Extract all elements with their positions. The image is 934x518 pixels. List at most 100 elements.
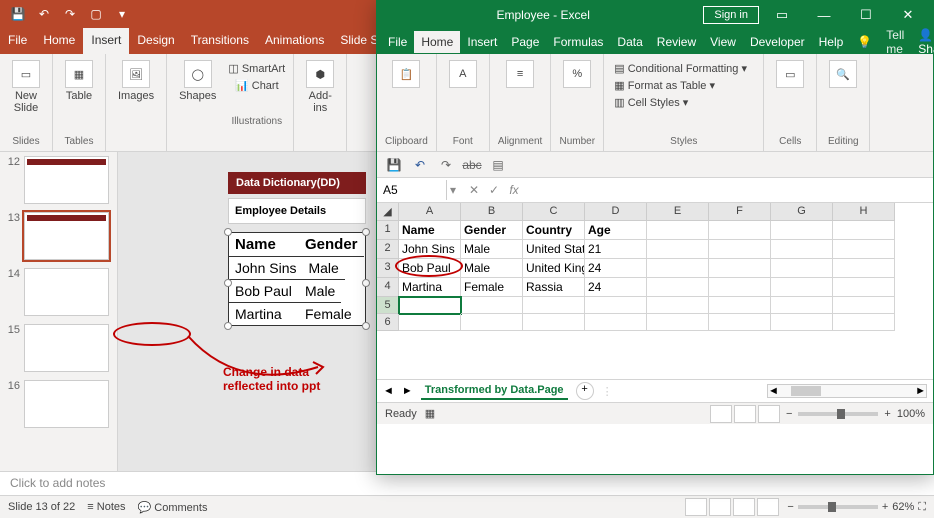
save-icon[interactable]: 💾 [6, 3, 30, 25]
xl-zoom-in[interactable]: + [884, 408, 890, 420]
font-group[interactable]: A [445, 58, 481, 90]
add-sheet-button[interactable]: + [576, 382, 594, 400]
namebox-dropdown-icon[interactable]: ▾ [447, 183, 459, 197]
redo-icon[interactable]: ↷ [58, 3, 82, 25]
cell-A1[interactable]: Name [399, 221, 461, 240]
col-E[interactable]: E [647, 203, 709, 221]
embedded-excel-object[interactable]: Name Gender John SinsMale Bob PaulMale M… [228, 232, 366, 326]
cond-format-button[interactable]: ▤ Conditional Formatting ▾ [614, 60, 753, 77]
col-G[interactable]: G [771, 203, 833, 221]
cell-grid[interactable]: ◢ A B C D E F G H 1 Name Gender Country … [377, 203, 933, 379]
name-box[interactable]: A5 [377, 180, 447, 200]
xl-zoom-slider[interactable] [798, 412, 878, 416]
slide-thumbnails[interactable]: 12 13 14 15 16 [0, 152, 118, 471]
xl-cf-icon[interactable]: ▤ [487, 155, 509, 175]
minimize-icon[interactable]: — [805, 2, 843, 28]
row-2[interactable]: 2 [377, 240, 399, 259]
cell-D1[interactable]: Age [585, 221, 647, 240]
col-D[interactable]: D [585, 203, 647, 221]
xl-tab-home[interactable]: Home [414, 31, 460, 53]
paste-button[interactable]: 📋 [385, 58, 428, 90]
xl-tab-file[interactable]: File [381, 31, 414, 53]
cells-group[interactable]: ▭ [772, 58, 808, 90]
cell-styles-button[interactable]: ▥ Cell Styles ▾ [614, 94, 753, 111]
cell-C3[interactable]: United Kingdom [523, 259, 585, 278]
number-group[interactable]: % [559, 58, 595, 90]
select-all-corner[interactable]: ◢ [377, 203, 399, 221]
cell-D2[interactable]: 21 [585, 240, 647, 259]
tab-design[interactable]: Design [129, 28, 182, 54]
xl-save-icon[interactable]: 💾 [383, 155, 405, 175]
shapes-button[interactable]: ◯Shapes [175, 58, 220, 104]
cell-B2[interactable]: Male [461, 240, 523, 259]
zoom-out[interactable]: − [787, 501, 793, 513]
xl-tab-page[interactable]: Page [504, 31, 546, 53]
col-B[interactable]: B [461, 203, 523, 221]
tab-insert[interactable]: Insert [83, 28, 129, 54]
qat-more-icon[interactable]: ▾ [110, 3, 134, 25]
tell-me-input[interactable]: Tell me [879, 24, 911, 60]
cell-A5[interactable] [399, 297, 461, 314]
chart-button[interactable]: 📊 Chart [228, 79, 285, 92]
macro-icon[interactable]: ▦ [425, 407, 435, 420]
xl-tab-review[interactable]: Review [650, 31, 703, 53]
row-4[interactable]: 4 [377, 278, 399, 297]
tab-animations[interactable]: Animations [257, 28, 332, 54]
cell-C1[interactable]: Country [523, 221, 585, 240]
thumb-13[interactable] [24, 212, 109, 260]
xl-tab-help[interactable]: Help [812, 31, 851, 53]
share-button[interactable]: 👤 Share [911, 24, 934, 60]
cell-C2[interactable]: United States [523, 240, 585, 259]
ribbon-options-icon[interactable]: ▭ [763, 2, 801, 28]
col-C[interactable]: C [523, 203, 585, 221]
cell-B1[interactable]: Gender [461, 221, 523, 240]
xl-tab-formulas[interactable]: Formulas [546, 31, 610, 53]
row-5[interactable]: 5 [377, 297, 399, 314]
xl-undo-icon[interactable]: ↶ [409, 155, 431, 175]
tab-prev-icon[interactable]: ◄ [383, 385, 394, 397]
cell-B4[interactable]: Female [461, 278, 523, 297]
enter-formula-icon[interactable]: ✓ [485, 183, 503, 197]
xl-view-switcher[interactable] [710, 405, 780, 423]
editing-group[interactable]: 🔍 [825, 58, 861, 90]
align-group[interactable]: ≡ [498, 58, 542, 90]
zoom-value[interactable]: 62% [892, 501, 914, 513]
cell-A4[interactable]: Martina [399, 278, 461, 297]
view-switcher[interactable] [685, 498, 779, 516]
row-1[interactable]: 1 [377, 221, 399, 240]
zoom-slider[interactable] [798, 505, 878, 509]
xl-zoom-value[interactable]: 100% [897, 408, 925, 420]
new-slide-button[interactable]: ▭New Slide [8, 58, 44, 116]
format-table-button[interactable]: ▦ Format as Table ▾ [614, 77, 753, 94]
thumb-14[interactable] [24, 268, 109, 316]
xl-tab-dev[interactable]: Developer [743, 31, 812, 53]
xl-zoom-out[interactable]: − [786, 408, 792, 420]
notes-toggle[interactable]: ≡ Notes [87, 501, 125, 513]
col-H[interactable]: H [833, 203, 895, 221]
horizontal-scrollbar[interactable]: ◄► [767, 384, 927, 398]
cell-C4[interactable]: Rassia [523, 278, 585, 297]
slide-heading[interactable]: Data Dictionary(DD) [228, 172, 366, 194]
tab-next-icon[interactable]: ► [402, 385, 413, 397]
fx-icon[interactable]: fx [505, 183, 523, 197]
thumb-16[interactable] [24, 380, 109, 428]
zoom-in[interactable]: + [882, 501, 888, 513]
xl-tab-view[interactable]: View [703, 31, 743, 53]
xl-redo-icon[interactable]: ↷ [435, 155, 457, 175]
signin-button[interactable]: Sign in [703, 6, 759, 24]
row-6[interactable]: 6 [377, 314, 399, 331]
tab-home[interactable]: Home [35, 28, 83, 54]
thumb-12[interactable] [24, 156, 109, 204]
comments-toggle[interactable]: 💬 Comments [138, 501, 208, 514]
tab-file[interactable]: File [0, 28, 35, 54]
addins-button[interactable]: ⬢Add- ins [302, 58, 338, 116]
sheet-tab[interactable]: Transformed by Data.Page [421, 382, 568, 400]
thumb-15[interactable] [24, 324, 109, 372]
xl-tab-data[interactable]: Data [610, 31, 649, 53]
cell-D3[interactable]: 24 [585, 259, 647, 278]
xl-tab-insert[interactable]: Insert [460, 31, 504, 53]
xl-strike-icon[interactable]: abc [461, 155, 483, 175]
cell-D4[interactable]: 24 [585, 278, 647, 297]
start-slideshow-icon[interactable]: ▢ [84, 3, 108, 25]
cell-B3[interactable]: Male [461, 259, 523, 278]
